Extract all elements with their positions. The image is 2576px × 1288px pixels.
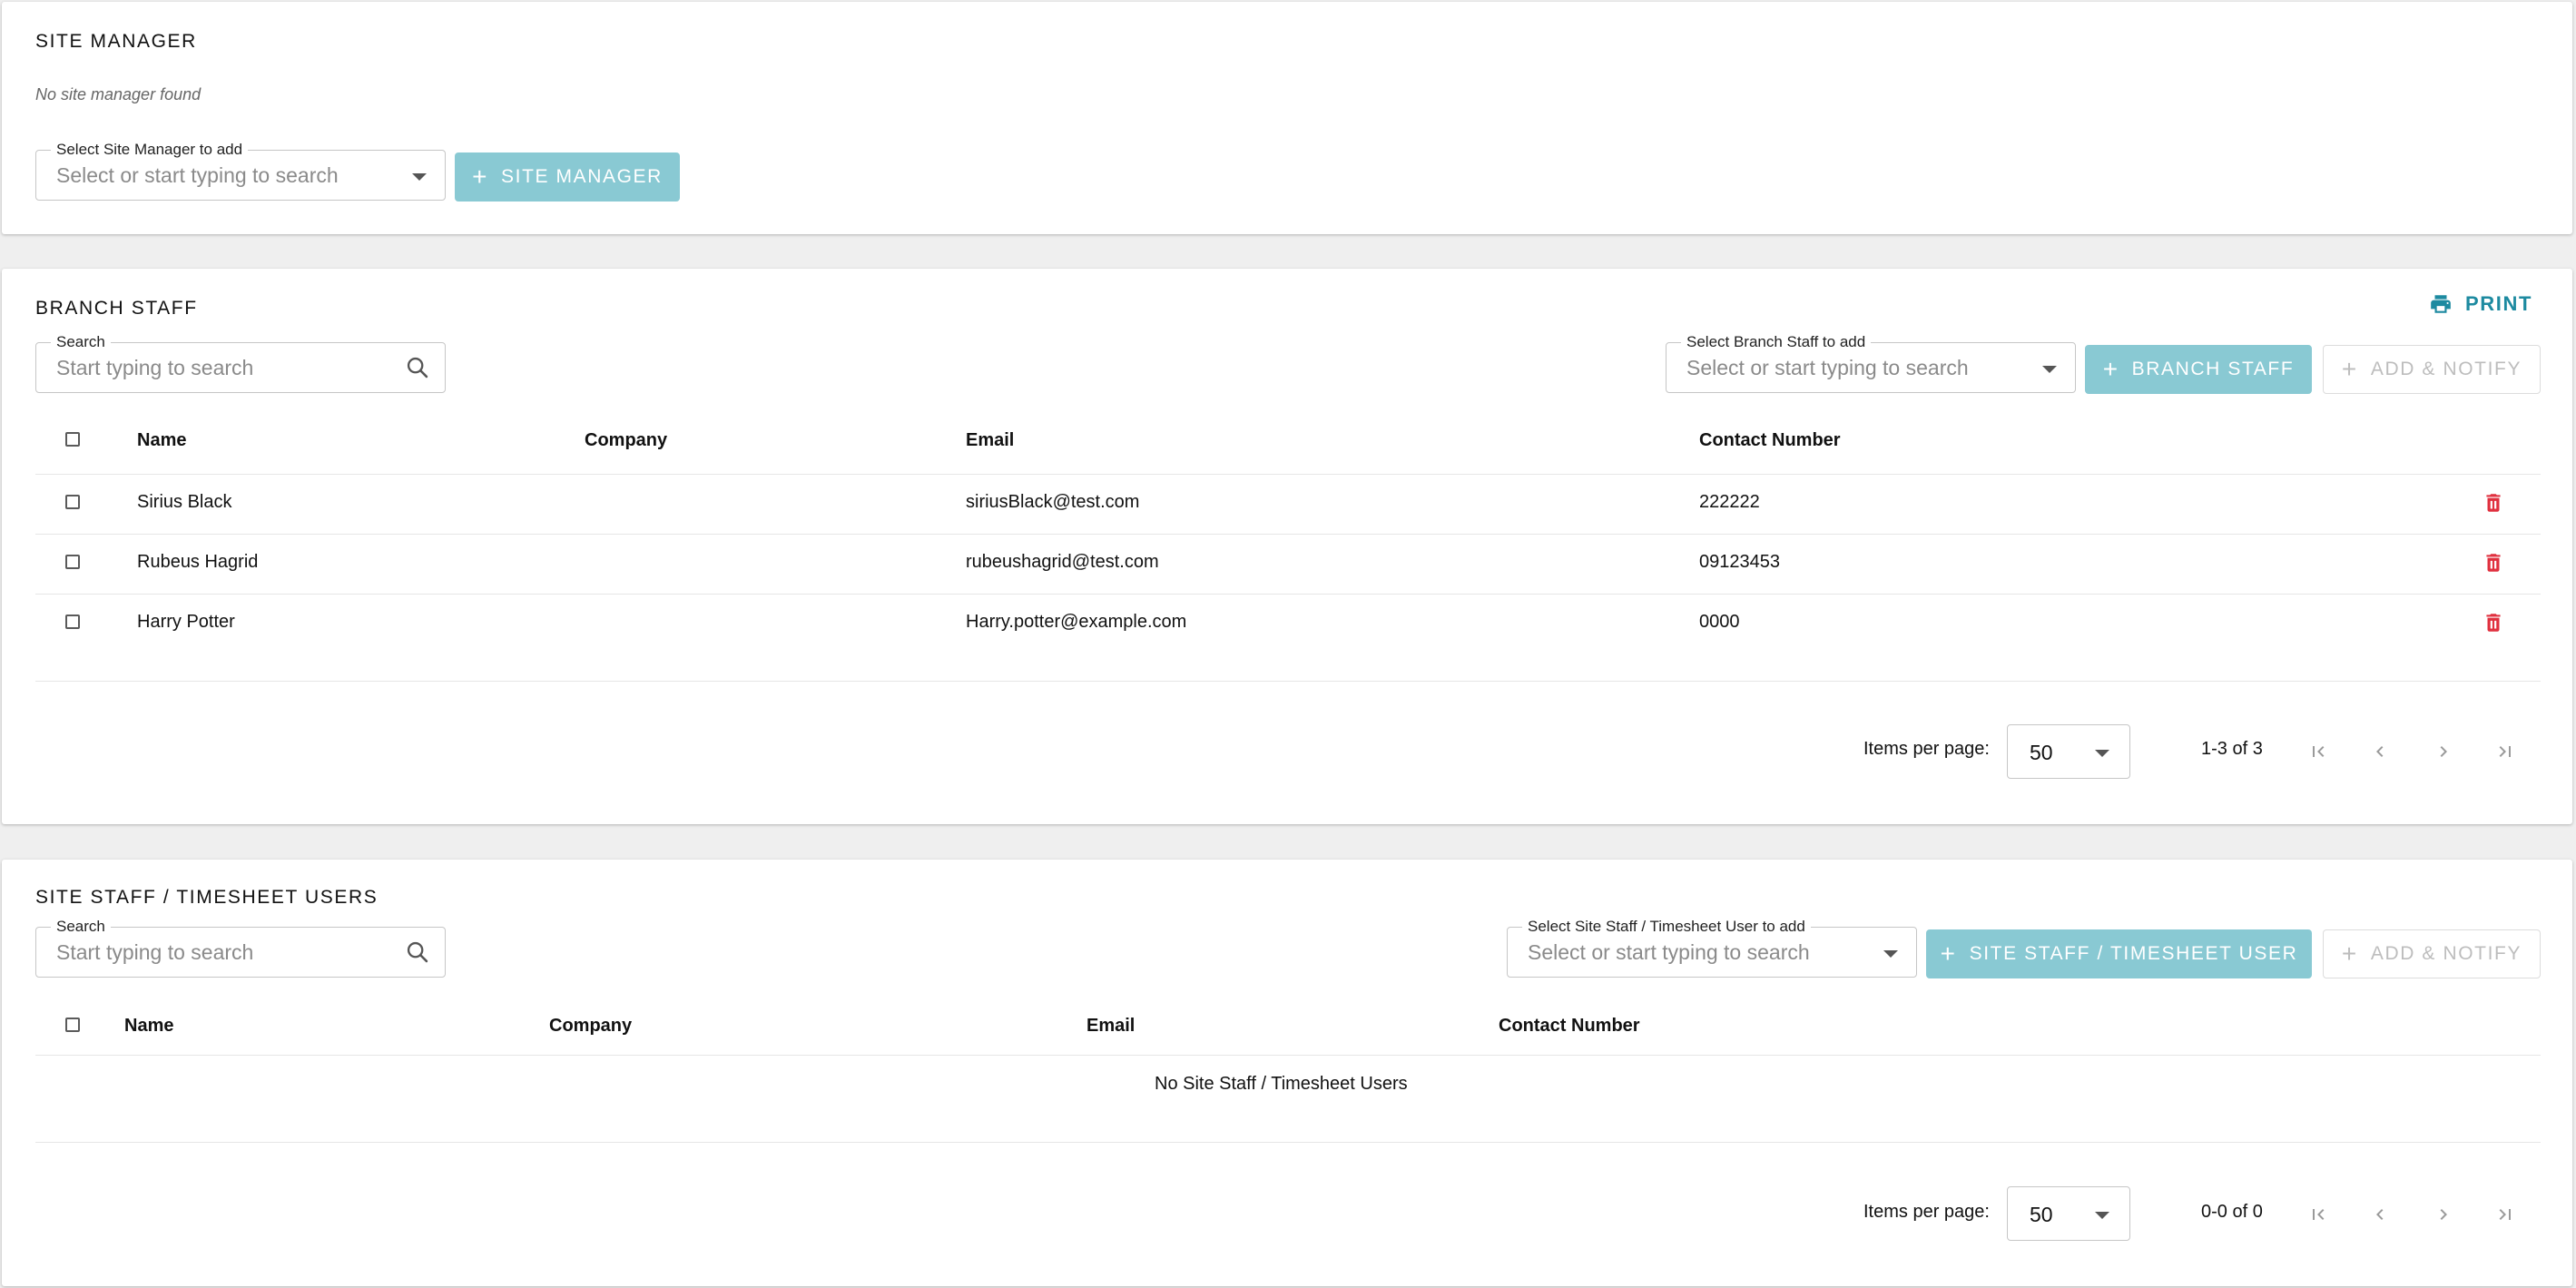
add-site-staff-label: SITE STAFF / TIMESHEET USER [1969, 943, 2298, 964]
column-header-name[interactable]: Name [137, 430, 186, 451]
search-label: Search [51, 332, 111, 352]
branch-staff-select[interactable]: Select Branch Staff to add Select or sta… [1666, 332, 2076, 393]
plus-icon: + [2102, 355, 2119, 383]
site-staff-select-label: Select Site Staff / Timesheet User to ad… [1522, 917, 1811, 937]
row-name: Sirius Black [137, 492, 232, 512]
chevron-down-icon [412, 173, 427, 181]
chevron-down-icon [2042, 366, 2057, 373]
site-manager-select[interactable]: Select Site Manager to add Select or sta… [35, 140, 446, 201]
branch-staff-search-input[interactable]: Search Start typing to search [35, 332, 446, 393]
delete-icon[interactable] [2482, 550, 2505, 575]
page-size-select[interactable]: 50 [2007, 724, 2130, 779]
column-header-company[interactable]: Company [549, 1016, 632, 1037]
divider [35, 474, 2541, 475]
branch-staff-select-placeholder: Select or start typing to search [1686, 356, 1969, 379]
row-contact: 09123453 [1699, 552, 1780, 572]
row-email: siriusBlack@test.com [966, 492, 1140, 512]
delete-icon[interactable] [2482, 610, 2505, 635]
divider [35, 1055, 2541, 1056]
previous-page-icon[interactable] [2369, 741, 2391, 762]
search-icon [407, 357, 428, 379]
column-header-email[interactable]: Email [966, 430, 1014, 451]
site-manager-empty-text: No site manager found [35, 85, 202, 103]
row-name: Harry Potter [137, 612, 235, 632]
search-label: Search [51, 917, 111, 937]
divider [35, 681, 2541, 682]
search-placeholder: Start typing to search [56, 940, 254, 964]
branch-staff-select-label: Select Branch Staff to add [1681, 332, 1872, 352]
last-page-icon[interactable] [2494, 1204, 2516, 1225]
add-site-manager-label: SITE MANAGER [501, 166, 663, 187]
next-page-icon[interactable] [2433, 1204, 2454, 1225]
column-header-name[interactable]: Name [124, 1016, 173, 1037]
site-manager-select-label: Select Site Manager to add [51, 140, 249, 160]
plus-icon: + [2341, 939, 2358, 968]
site-staff-select-placeholder: Select or start typing to search [1528, 940, 1810, 964]
search-icon [407, 941, 428, 963]
empty-table-message: No Site Staff / Timesheet Users [1155, 1074, 1408, 1094]
site-staff-select[interactable]: Select Site Staff / Timesheet User to ad… [1507, 917, 1917, 978]
next-page-icon[interactable] [2433, 741, 2454, 762]
row-name: Rubeus Hagrid [137, 552, 259, 572]
page-size-select[interactable]: 50 [2007, 1186, 2130, 1241]
column-header-email[interactable]: Email [1086, 1016, 1135, 1037]
first-page-icon[interactable] [2307, 741, 2329, 762]
select-all-checkbox[interactable] [65, 432, 80, 447]
row-email: rubeushagrid@test.com [966, 552, 1159, 572]
chevron-down-icon [1883, 950, 1898, 958]
divider [35, 1142, 2541, 1143]
row-checkbox[interactable] [65, 615, 80, 629]
divider [35, 534, 2541, 535]
items-per-page-label: Items per page: [1863, 739, 1990, 759]
chevron-down-icon [2095, 1212, 2109, 1219]
row-checkbox[interactable] [65, 495, 80, 509]
add-and-notify-label: ADD & NOTIFY [2370, 359, 2522, 379]
branch-staff-title: BRANCH STAFF [35, 298, 198, 319]
chevron-down-icon [2095, 750, 2109, 757]
add-branch-staff-label: BRANCH STAFF [2131, 359, 2295, 379]
site-staff-search-input[interactable]: Search Start typing to search [35, 917, 446, 978]
add-branch-staff-button[interactable]: + BRANCH STAFF [2085, 345, 2312, 394]
branch-staff-card: BRANCH STAFF PRINT Search Start typing t… [2, 269, 2572, 824]
first-page-icon[interactable] [2307, 1204, 2329, 1225]
delete-icon[interactable] [2482, 490, 2505, 516]
add-site-staff-button[interactable]: + SITE STAFF / TIMESHEET USER [1926, 929, 2312, 978]
add-site-manager-button[interactable]: + SITE MANAGER [455, 152, 680, 202]
add-and-notify-button[interactable]: + ADD & NOTIFY [2323, 929, 2541, 978]
row-contact: 222222 [1699, 492, 1760, 512]
row-checkbox[interactable] [65, 555, 80, 569]
site-staff-card: SITE STAFF / TIMESHEET USERS Search Star… [2, 860, 2572, 1286]
last-page-icon[interactable] [2494, 741, 2516, 762]
column-header-contact-number[interactable]: Contact Number [1499, 1016, 1640, 1037]
printer-icon [2431, 295, 2451, 313]
row-contact: 0000 [1699, 612, 1740, 632]
site-staff-title: SITE STAFF / TIMESHEET USERS [35, 887, 379, 908]
items-per-page-label: Items per page: [1863, 1202, 1990, 1222]
plus-icon: + [472, 162, 489, 191]
add-and-notify-label: ADD & NOTIFY [2370, 943, 2522, 964]
select-all-checkbox[interactable] [65, 1018, 80, 1032]
row-email: Harry.potter@example.com [966, 612, 1187, 632]
site-manager-select-placeholder: Select or start typing to search [56, 163, 339, 187]
column-header-contact-number[interactable]: Contact Number [1699, 430, 1841, 451]
divider [35, 594, 2541, 595]
page-range-label: 0-0 of 0 [2201, 1202, 2263, 1222]
previous-page-icon[interactable] [2369, 1204, 2391, 1225]
page-size-value: 50 [2030, 1203, 2053, 1226]
plus-icon: + [2341, 355, 2358, 383]
page-range-label: 1-3 of 3 [2201, 739, 2263, 759]
column-header-company[interactable]: Company [585, 430, 667, 451]
plus-icon: + [1940, 939, 1957, 968]
site-manager-card: SITE MANAGER No site manager found Selec… [2, 2, 2572, 234]
search-placeholder: Start typing to search [56, 356, 254, 379]
page-size-value: 50 [2030, 741, 2053, 764]
print-button[interactable]: PRINT [2429, 292, 2532, 316]
add-and-notify-button[interactable]: + ADD & NOTIFY [2323, 345, 2541, 394]
site-manager-title: SITE MANAGER [35, 31, 197, 52]
print-label: PRINT [2465, 292, 2532, 315]
